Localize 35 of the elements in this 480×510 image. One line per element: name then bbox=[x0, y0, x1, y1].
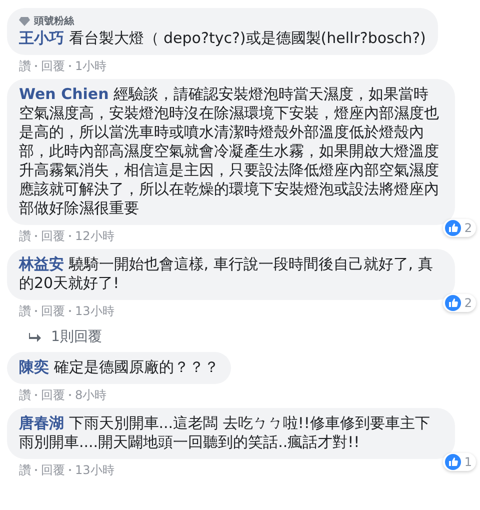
reaction-count[interactable]: 2 bbox=[443, 294, 476, 312]
comment-text: 陳奕 確定是德國原廠的？？？ bbox=[19, 358, 219, 377]
action-link[interactable]: 讚 bbox=[19, 463, 31, 477]
author-link[interactable]: 林益安 bbox=[19, 255, 64, 273]
diamond-icon bbox=[19, 16, 30, 26]
comment-text: 王小巧 看台製大燈（ depo?tyc?)或是德國製(hellr?bosch?) bbox=[19, 29, 426, 48]
comment-text: Wen Chien 經驗談，請確認安裝燈泡時當天濕度，如果當時空氣濕度高，安裝燈泡時沒在除濕環境下安裝，燈座內部濕度也是高的，所以當洗車時或噴水清潔時燈殼外部溫度低於燈殼內部，此時內部高濕度空氣就會冷凝產生水霧，如果開啟大燈溫度升高霧氣消失，相信這是主因，只要設法降低燈座內部空氣濕度應該就可解決了，所以在乾燥的環境下安裝燈泡或設法將燈座內部做好除濕很重要 bbox=[19, 85, 440, 218]
action-link[interactable]: 回覆 bbox=[41, 304, 65, 318]
timestamp: 12小時 bbox=[75, 229, 114, 243]
author-link[interactable]: 王小巧 bbox=[19, 29, 64, 47]
comment-text: 林益安 驍騎一開始也會這樣, 車行說一段時間後自己就好了, 真的20天就好了! bbox=[19, 255, 434, 293]
reaction-count[interactable]: 2 bbox=[443, 219, 476, 237]
action-link[interactable]: 回覆 bbox=[41, 59, 65, 73]
reaction-count[interactable]: 1 bbox=[443, 453, 476, 471]
timestamp: 13小時 bbox=[75, 463, 114, 477]
action-link[interactable]: 讚 bbox=[19, 388, 31, 402]
fan-label: 頭號粉絲 bbox=[34, 14, 74, 28]
comment-text: 唐春湖 下雨天別開車...這老闆 去吃ㄅㄅ啦!!修車修到要車主下雨別開車....開天闢地頭一回聽到的笑話..瘋話才對!! bbox=[19, 414, 431, 452]
like-icon bbox=[445, 295, 462, 311]
action-link[interactable]: 回覆 bbox=[41, 463, 65, 477]
like-icon bbox=[445, 220, 462, 236]
replies-link[interactable]: 1則回覆 bbox=[7, 318, 470, 346]
action-link[interactable]: 讚 bbox=[19, 229, 31, 243]
timestamp: 13小時 bbox=[75, 304, 114, 318]
action-link[interactable]: 回覆 bbox=[41, 388, 65, 402]
like-icon bbox=[445, 454, 462, 470]
action-link[interactable]: 讚 bbox=[19, 59, 31, 73]
author-link[interactable]: 唐春湖 bbox=[19, 414, 64, 432]
timestamp: 1小時 bbox=[75, 59, 107, 73]
author-link[interactable]: 陳奕 bbox=[19, 358, 49, 376]
timestamp: 8小時 bbox=[75, 388, 107, 402]
reply-arrow-icon bbox=[29, 332, 41, 342]
action-link[interactable]: 回覆 bbox=[41, 229, 65, 243]
action-link[interactable]: 讚 bbox=[19, 304, 31, 318]
author-link[interactable]: Wen Chien bbox=[19, 85, 109, 103]
